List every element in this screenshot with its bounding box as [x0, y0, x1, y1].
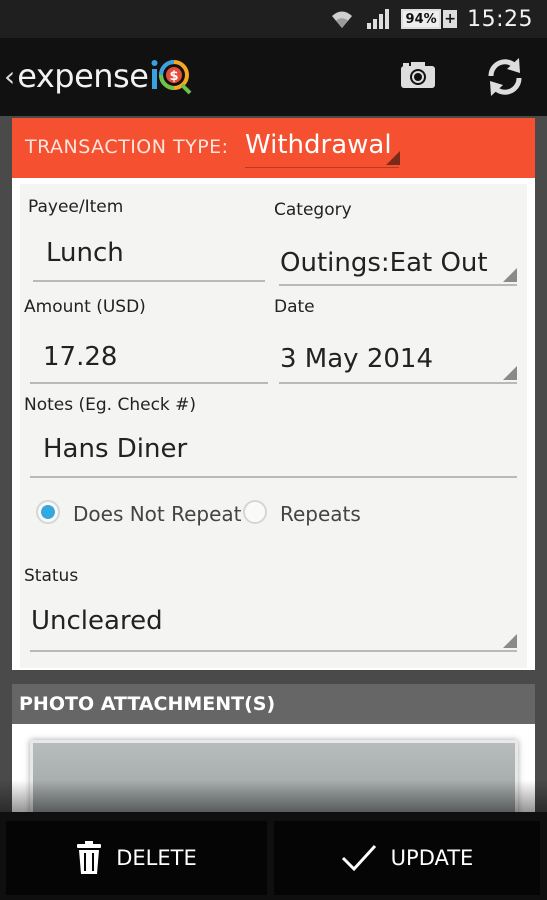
date-label: Date: [274, 297, 315, 317]
status-bar: 94% + 15:25: [0, 0, 547, 38]
notes-label: Notes (Eg. Check #): [24, 395, 197, 415]
logo-text: expense: [17, 57, 149, 95]
category-label: Category: [274, 200, 352, 220]
category-spinner[interactable]: Outings:Eat Out: [279, 244, 517, 286]
dropdown-arrow-icon: [386, 151, 400, 165]
iq-logo-icon: $: [151, 60, 192, 95]
radio-does-not-repeat[interactable]: [36, 500, 60, 524]
update-button[interactable]: UPDATE: [274, 821, 540, 895]
radio-repeats[interactable]: [243, 500, 267, 524]
transaction-type-value: Withdrawal: [245, 130, 392, 160]
transaction-type-spinner[interactable]: Withdrawal: [245, 130, 400, 168]
transaction-form: Payee/Item Lunch Category Outings:Eat Ou…: [20, 184, 527, 668]
radio-label-repeats[interactable]: Repeats: [280, 502, 361, 526]
status-label: Status: [24, 566, 79, 586]
status-value: Uncleared: [31, 606, 163, 636]
charging-icon: +: [443, 10, 458, 28]
transaction-type-label: TRANSACTION TYPE:: [25, 136, 229, 158]
clock: 15:25: [467, 6, 533, 32]
radio-label-does-not-repeat[interactable]: Does Not Repeat: [73, 502, 242, 526]
dropdown-arrow-icon: [503, 366, 517, 380]
notes-input[interactable]: Hans Diner: [30, 426, 517, 478]
photo-attachments-title: PHOTO ATTACHMENT(S): [19, 693, 276, 715]
transaction-card: TRANSACTION TYPE: Withdrawal Payee/Item …: [12, 118, 535, 670]
refresh-icon[interactable]: [484, 56, 526, 98]
date-value: 3 May 2014: [280, 344, 433, 374]
dropdown-arrow-icon: [503, 634, 517, 648]
checkmark-icon: [341, 844, 376, 872]
battery-level: 94%: [401, 9, 442, 29]
delete-label: DELETE: [116, 846, 197, 870]
amount-input[interactable]: 17.28: [30, 334, 268, 384]
battery-indicator: 94% +: [401, 9, 458, 29]
transaction-type-bar: TRANSACTION TYPE: Withdrawal: [12, 118, 535, 178]
signal-icon: [367, 9, 390, 29]
trash-icon: [77, 841, 102, 874]
amount-value: 17.28: [43, 342, 118, 372]
photo-attachments-header: PHOTO ATTACHMENT(S): [12, 684, 535, 724]
dropdown-arrow-icon: [503, 268, 517, 282]
amount-label: Amount (USD): [24, 297, 146, 317]
app-logo[interactable]: ‹ expense $: [4, 54, 194, 98]
delete-button[interactable]: DELETE: [6, 821, 267, 895]
update-label: UPDATE: [390, 846, 474, 870]
svg-text:$: $: [170, 69, 179, 84]
notes-value: Hans Diner: [43, 434, 188, 464]
date-spinner[interactable]: 3 May 2014: [279, 340, 517, 384]
status-spinner[interactable]: Uncleared: [30, 600, 517, 652]
payee-label: Payee/Item: [28, 197, 124, 217]
back-icon[interactable]: ‹: [4, 60, 15, 93]
payee-input[interactable]: Lunch: [33, 230, 265, 282]
action-bar: ‹ expense $: [0, 38, 547, 116]
payee-value: Lunch: [46, 238, 124, 268]
category-value: Outings:Eat Out: [280, 248, 488, 278]
camera-icon[interactable]: [400, 60, 436, 90]
wifi-icon: [332, 11, 353, 28]
bottom-action-bar: DELETE UPDATE: [0, 812, 547, 900]
